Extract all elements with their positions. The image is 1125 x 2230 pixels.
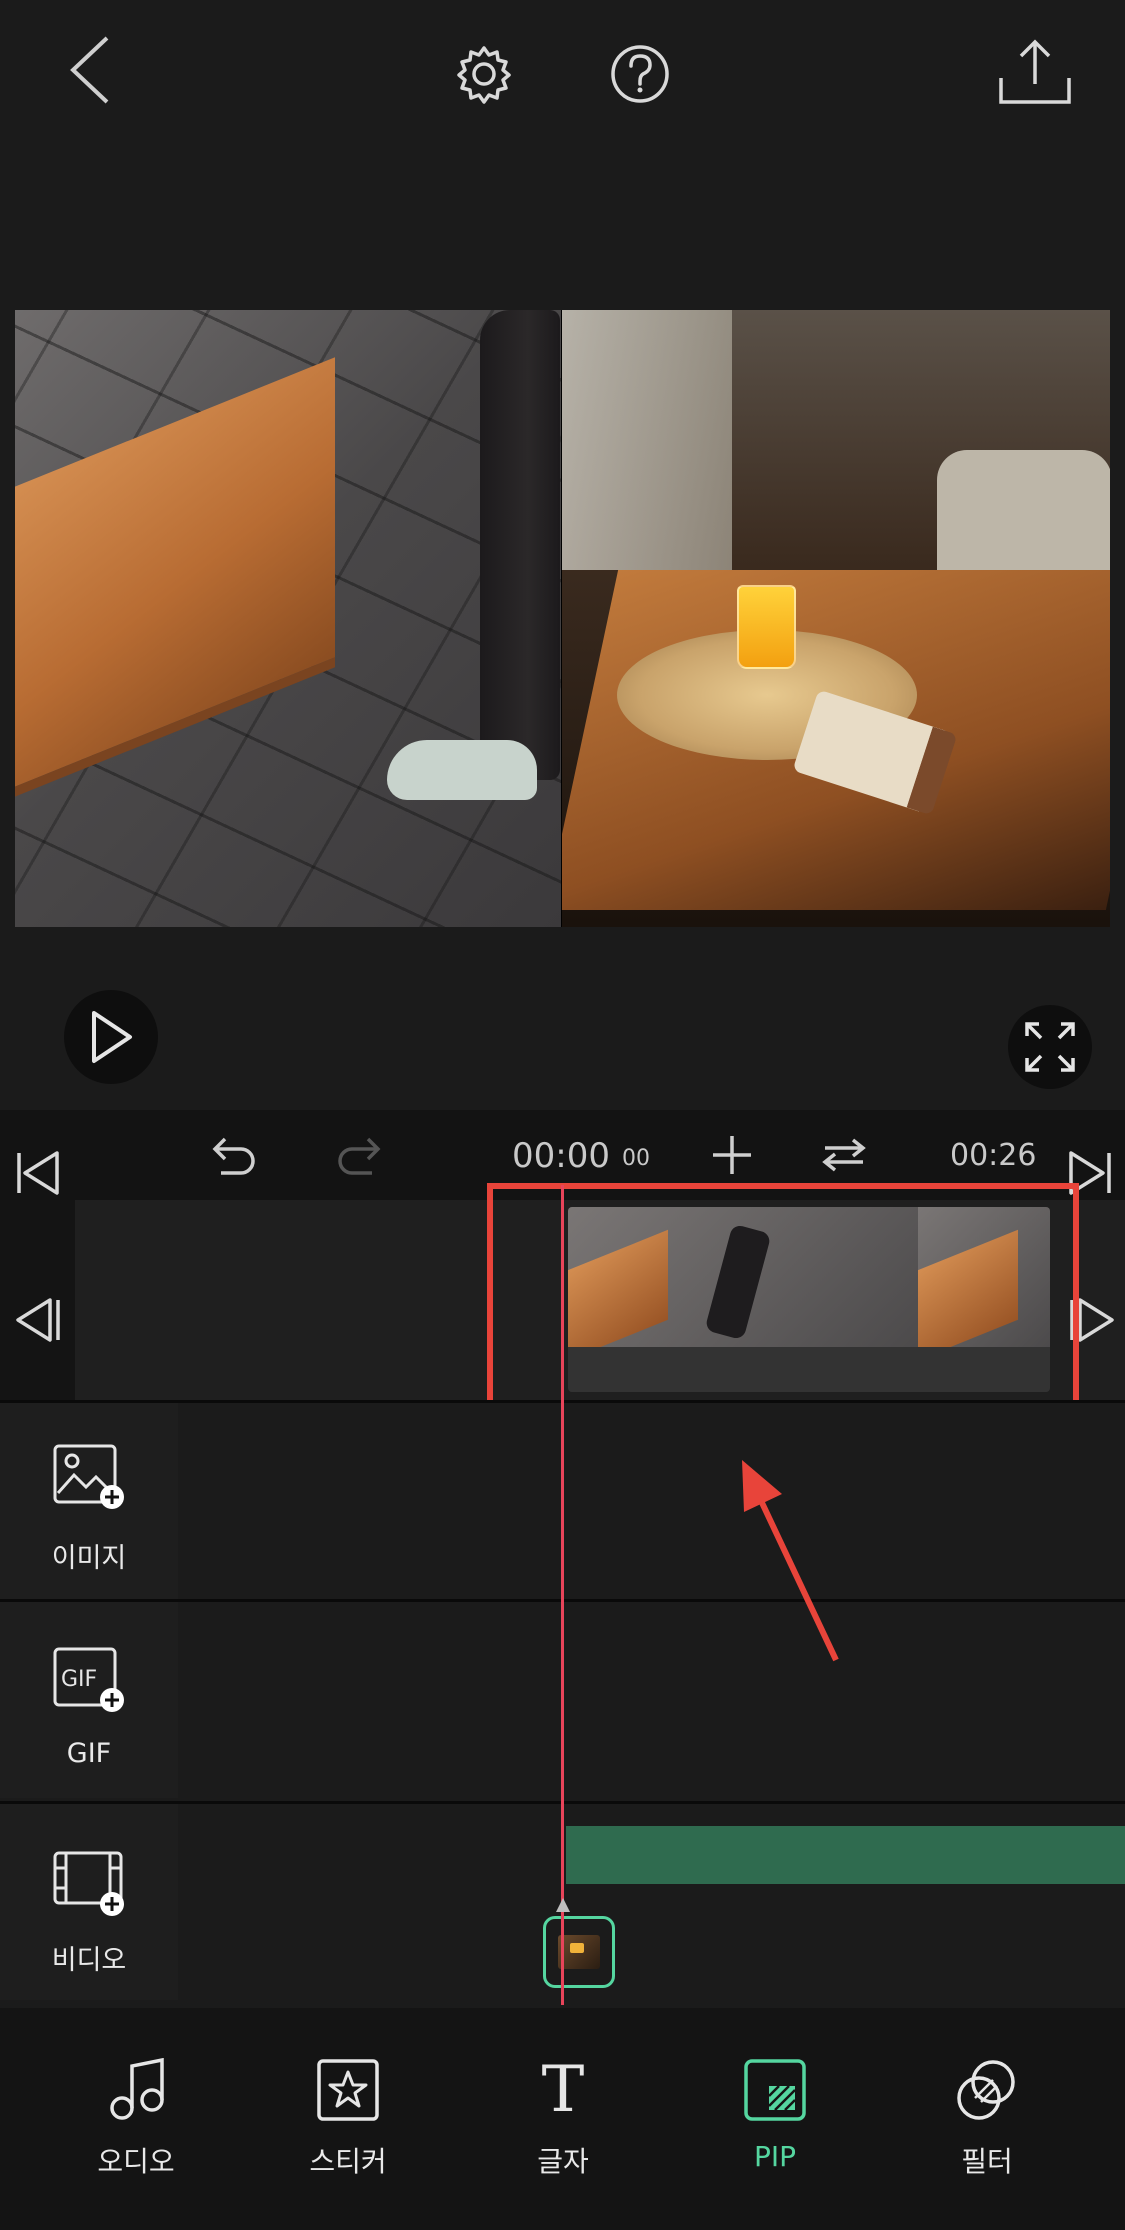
pip-icon [695,2058,855,2122]
add-image-button[interactable]: 이미지 [0,1403,178,1599]
image-lane[interactable] [178,1403,1125,1599]
playhead[interactable] [561,1185,564,2005]
tool-audio-label: 오디오 [97,2145,175,2178]
tool-pip-label: PIP [753,2140,797,2173]
gif-lane[interactable] [178,1602,1125,1798]
redo-icon [338,1137,381,1175]
tool-text[interactable]: T 글자 [483,2058,643,2180]
preview-right-clip [562,310,1110,927]
image-label: 이미지 [51,1543,127,1574]
current-time: 00:00 [512,1136,610,1176]
undo-button[interactable] [205,1130,263,1180]
highlight-box [487,1183,1079,1416]
current-frames: 00 [622,1146,650,1171]
prev-clip-icon [16,1298,60,1342]
go-to-start-button[interactable] [8,1148,68,1198]
svg-text:GIF: GIF [61,1667,97,1692]
tool-filter-label: 필터 [961,2145,1013,2178]
back-button[interactable] [55,30,125,110]
undo-icon [212,1137,255,1175]
total-time: 00:26 [950,1138,1037,1173]
fullscreen-button[interactable] [1008,1005,1092,1089]
settings-button[interactable] [448,38,520,110]
text-icon: T [541,2053,585,2127]
swap-arrows-icon [822,1138,866,1172]
add-video-button[interactable]: 비디오 [0,1804,178,2000]
pip-track-bar[interactable] [566,1826,1125,1884]
plus-icon [713,1136,751,1174]
question-circle-icon [611,45,669,103]
tool-sticker[interactable]: 스티커 [268,2058,428,2180]
gif-add-icon: GIF [52,1646,126,1714]
previous-clip-button[interactable] [8,1295,68,1345]
tool-pip[interactable]: PIP [695,2058,855,2173]
share-upload-icon [999,39,1071,104]
redo-button[interactable] [330,1130,388,1180]
video-label: 비디오 [51,1945,127,1976]
image-add-icon [52,1443,126,1511]
pip-clip-marker[interactable] [543,1916,615,1988]
add-gif-button[interactable]: GIF GIF [0,1602,178,1798]
tool-text-label: 글자 [537,2145,589,2178]
export-button[interactable] [990,36,1080,108]
play-icon [92,1011,132,1063]
tool-audio[interactable]: 오디오 [56,2058,216,2180]
chevron-left-icon [70,36,109,104]
add-button[interactable] [708,1130,756,1180]
music-note-icon [56,2058,216,2122]
video-add-icon [52,1850,126,1918]
preview-left-clip [15,310,561,927]
gif-label: GIF [66,1738,112,1769]
playhead-handle[interactable] [556,1898,570,1912]
sticker-star-icon [268,2058,428,2122]
skip-start-icon [17,1151,59,1195]
video-preview[interactable] [15,310,1110,927]
tool-filter[interactable]: 필터 [907,2058,1067,2180]
swap-button[interactable] [820,1132,868,1178]
filter-circles-icon [907,2058,1067,2122]
gear-icon [457,46,511,104]
arrow-annotation [742,1460,839,1662]
play-button[interactable] [64,990,158,1084]
expand-icon [1025,1022,1075,1072]
help-button[interactable] [604,38,676,110]
tool-sticker-label: 스티커 [309,2145,387,2178]
